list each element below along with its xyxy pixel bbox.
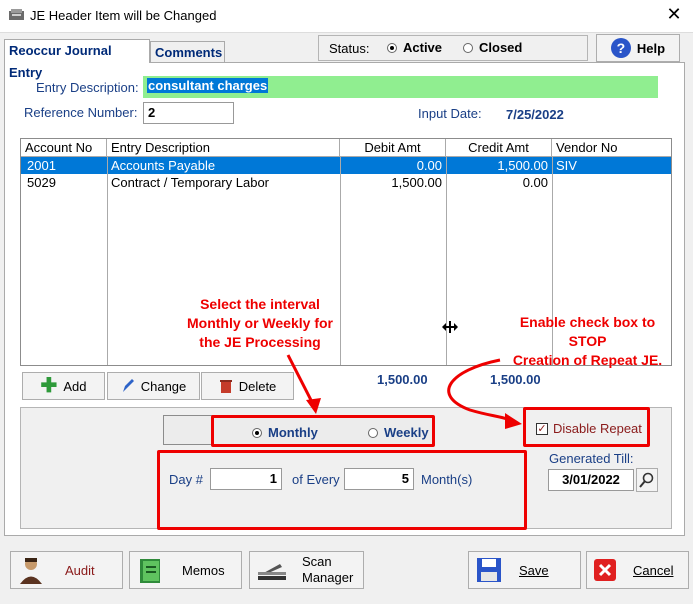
- entry-description-input[interactable]: consultant charges: [143, 76, 658, 98]
- add-label: Add: [63, 378, 87, 394]
- scan-manager-button[interactable]: Scan Manager: [249, 551, 364, 589]
- input-date-value: 7/25/2022: [506, 107, 564, 122]
- day-label: Day #: [169, 472, 203, 487]
- day-every-highlight: [157, 450, 527, 530]
- entry-description-label: Entry Description:: [36, 80, 139, 95]
- debit-total: 1,500.00: [377, 372, 428, 387]
- help-label: Help: [636, 40, 666, 56]
- table-row-1-account[interactable]: 2001: [23, 157, 107, 174]
- change-label: Change: [140, 378, 187, 394]
- weekly-radio[interactable]: Weekly: [368, 425, 429, 440]
- save-button[interactable]: Save: [468, 551, 581, 589]
- save-label: Save: [519, 562, 549, 578]
- interval-annotation: Select the interval Monthly or Weekly fo…: [187, 296, 333, 350]
- cancel-label: Cancel: [633, 562, 674, 578]
- audit-button[interactable]: Audit: [10, 551, 123, 589]
- disable-repeat-checkbox[interactable]: ✓ Disable Repeat: [536, 421, 642, 436]
- table-row-1-debit[interactable]: 0.00: [340, 157, 446, 174]
- credit-total: 1,500.00: [490, 372, 541, 387]
- generated-till-input[interactable]: 3/01/2022: [548, 469, 634, 491]
- audit-label: Audit: [65, 562, 95, 578]
- search-button[interactable]: [636, 468, 658, 492]
- radio-empty-icon: [463, 43, 473, 53]
- add-button[interactable]: ✚ Add: [22, 372, 105, 400]
- magnifier-icon: [639, 472, 654, 488]
- cancel-x-icon: [594, 559, 616, 581]
- table-row-2-description[interactable]: Contract / Temporary Labor: [107, 174, 340, 191]
- status-label: Status:: [329, 41, 370, 56]
- table-row-2-debit[interactable]: 1,500.00: [340, 174, 446, 191]
- delete-button[interactable]: Delete: [201, 372, 294, 400]
- app-icon: [9, 9, 24, 20]
- change-button[interactable]: Change: [107, 372, 200, 400]
- every-input[interactable]: 5: [344, 468, 414, 490]
- help-button[interactable]: ? Help: [596, 34, 680, 62]
- table-row-1-vendor[interactable]: SIV: [552, 157, 671, 174]
- input-date-label: Input Date:: [418, 106, 482, 121]
- scanner-icon: [258, 564, 286, 580]
- pencil-icon: [122, 379, 134, 392]
- day-input[interactable]: 1: [210, 468, 282, 490]
- generated-till-label: Generated Till:: [549, 451, 634, 466]
- scan-manager-label: Scan Manager: [302, 554, 354, 585]
- radio-selected-icon: [387, 43, 397, 53]
- delete-label: Delete: [238, 378, 277, 394]
- col-entry-description[interactable]: Entry Description: [107, 139, 340, 157]
- unit-label: Month(s): [421, 472, 473, 487]
- book-icon: [140, 559, 160, 583]
- memos-button[interactable]: Memos: [129, 551, 242, 589]
- floppy-disk-icon: [477, 558, 501, 582]
- status-group: Status: Active Closed: [318, 35, 588, 61]
- monthly-radio[interactable]: Monthly: [252, 425, 318, 440]
- auditor-icon: [20, 558, 42, 584]
- table-row-1-credit[interactable]: 1,500.00: [446, 157, 552, 174]
- entry-description-value: consultant charges: [147, 78, 269, 93]
- col-vendor-no[interactable]: Vendor No: [552, 139, 671, 157]
- disable-repeat-label: Disable Repeat: [553, 421, 642, 436]
- plus-icon: ✚: [40, 375, 58, 397]
- every-label: of Every: [292, 472, 340, 487]
- help-icon: ?: [610, 38, 631, 58]
- close-button[interactable]: ✕: [662, 4, 686, 25]
- table-row-2-credit[interactable]: 0.00: [446, 174, 552, 191]
- title-bar: JE Header Item will be Changed ✕: [0, 0, 693, 32]
- memos-label: Memos: [182, 562, 225, 578]
- reference-number-label: Reference Number:: [24, 105, 138, 120]
- status-active-radio[interactable]: Active: [387, 40, 442, 55]
- trash-icon: [219, 380, 232, 393]
- disable-annotation: Enable check box to STOP Creation of Rep…: [512, 314, 663, 368]
- col-debit-amt[interactable]: Debit Amt: [340, 139, 446, 157]
- reference-number-input[interactable]: 2: [143, 102, 234, 124]
- tab-comments[interactable]: Comments: [150, 41, 225, 63]
- col-account-no[interactable]: Account No: [21, 139, 107, 157]
- resize-cursor-icon: [442, 321, 458, 333]
- col-credit-amt[interactable]: Credit Amt: [446, 139, 552, 157]
- checkbox-checked-icon: ✓: [536, 422, 548, 435]
- table-row-2-vendor[interactable]: [552, 174, 671, 191]
- window-title: JE Header Item will be Changed: [30, 8, 217, 23]
- table-row-1-description[interactable]: Accounts Payable: [107, 157, 340, 174]
- radio-empty-icon: [368, 428, 378, 438]
- tab-reoccur-journal-entry[interactable]: Reoccur Journal Entry: [4, 39, 150, 80]
- cancel-button[interactable]: Cancel: [586, 551, 689, 589]
- radio-selected-icon: [252, 428, 262, 438]
- status-closed-radio[interactable]: Closed: [463, 40, 522, 55]
- table-row-2-account[interactable]: 5029: [23, 174, 107, 191]
